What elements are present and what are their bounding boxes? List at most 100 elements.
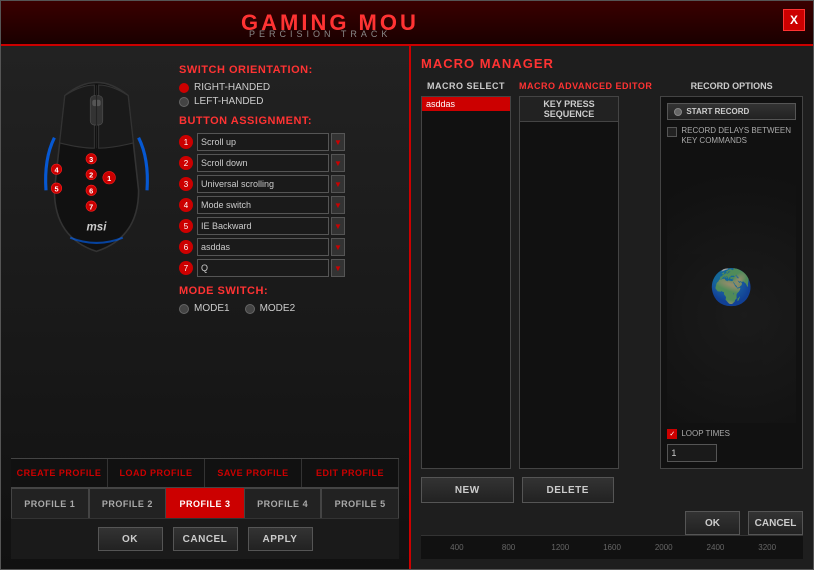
mode2-radio[interactable] [245,304,255,314]
cancel-button[interactable]: CANCEL [173,527,238,551]
assignment-row-5: 5 IE Backward ▼ [179,217,391,235]
right-handed-radio[interactable] [179,83,189,93]
btn-num-3: 3 [179,177,193,191]
record-delays-row: RECORD DELAYS BETWEEN KEY COMMANDS [667,126,796,147]
btn3-dropdown[interactable]: Universal scrolling [197,175,329,193]
save-profile-button[interactable]: SAVE PROFILE [205,459,302,487]
mode1-label: MODE1 [194,303,230,314]
loop-times-row: ✓ LOOP TIMES [667,429,796,439]
svg-text:6: 6 [89,186,93,195]
profile-tabs: PROFILE 1 PROFILE 2 PROFILE 3 PROFILE 4 … [11,488,399,518]
edit-profile-button[interactable]: EDIT PROFILE [302,459,399,487]
tick-1200: 1200 [534,543,586,552]
btn7-dropdown[interactable]: Q [197,259,329,277]
btn-num-7: 7 [179,261,193,275]
btn-num-1: 1 [179,135,193,149]
main-window: GAMING MOU PERCISION TRACK X [0,0,814,570]
macro-cancel-button[interactable]: CANCEL [748,511,803,535]
start-record-label: START RECORD [686,107,749,116]
right-handed-label: RIGHT-HANDED [194,82,270,93]
right-handed-option[interactable]: RIGHT-HANDED [179,82,391,93]
btn1-dropdown[interactable]: Scroll up [197,133,329,151]
btn6-arrow[interactable]: ▼ [331,238,345,256]
svg-text:7: 7 [89,202,93,211]
btn2-dropdown[interactable]: Scroll down [197,154,329,172]
macro-select-col: MACRO SELECT asddas [421,81,511,469]
btn3-arrow[interactable]: ▼ [331,175,345,193]
title-bar: GAMING MOU PERCISION TRACK X [1,1,813,46]
tick-1600: 1600 [586,543,638,552]
record-options-col: RECORD OPTIONS START RECORD RECORD DELAY… [660,81,803,469]
close-button[interactable]: X [783,9,805,31]
btn-num-5: 5 [179,219,193,233]
tick-2000: 2000 [638,543,690,552]
assignment-row-1: 1 Scroll up ▼ [179,133,391,151]
key-sequence-area: KEY PRESS SEQUENCE [519,96,619,469]
start-record-button[interactable]: START RECORD [667,103,796,120]
profile1-tab[interactable]: PROFILE 1 [11,488,89,518]
mode1-option[interactable]: MODE1 [179,303,230,314]
tick-800: 800 [483,543,535,552]
btn6-dropdown[interactable]: asddas [197,238,329,256]
assignment-row-7: 7 Q ▼ [179,259,391,277]
record-box: START RECORD RECORD DELAYS BETWEEN KEY C… [660,96,803,469]
btn7-arrow[interactable]: ▼ [331,259,345,277]
macro-manager-title: MACRO MANAGER [421,56,803,71]
macro-select-label: MACRO SELECT [421,81,511,91]
btn2-arrow[interactable]: ▼ [331,154,345,172]
mode1-radio[interactable] [179,304,189,314]
macro-ok-button[interactable]: OK [685,511,740,535]
record-options-label: RECORD OPTIONS [660,81,803,91]
macro-item-asddas[interactable]: asddas [422,97,510,111]
key-sequence-label: KEY PRESS SEQUENCE [520,97,618,122]
svg-text:2: 2 [89,171,93,180]
timeline-bar: 400 800 1200 1600 2000 2400 3200 [421,535,803,559]
btn5-arrow[interactable]: ▼ [331,217,345,235]
left-handed-option[interactable]: LEFT-HANDED [179,96,391,107]
macro-list[interactable]: asddas [421,96,511,469]
record-delays-checkbox[interactable] [667,127,677,137]
macro-editor-label: MACRO ADVANCED EDITOR [519,81,652,91]
bottom-buttons: OK CANCEL APPLY [11,518,399,559]
svg-text:3: 3 [89,155,93,164]
profile2-tab[interactable]: PROFILE 2 [89,488,167,518]
btn-num-2: 2 [179,156,193,170]
create-profile-button[interactable]: CREATE PROFILE [11,459,108,487]
btn5-dropdown[interactable]: IE Backward [197,217,329,235]
profile4-tab[interactable]: PROFILE 4 [244,488,322,518]
apply-button[interactable]: APPLY [248,527,313,551]
loop-times-input[interactable]: 1 [667,444,717,462]
key-sequence-col: MACRO ADVANCED EDITOR KEY PRESS SEQUENCE [519,81,652,469]
mouse-image: 1 3 2 6 4 [19,64,179,274]
switch-orientation-section: SWITCH ORIENTATION: RIGHT-HANDED LEFT-HA… [179,64,391,107]
globe-decoration: 🌍 [667,153,796,423]
button-assignment-section: BUTTON ASSIGNMENT: 1 Scroll up ▼ 2 Scrol… [179,115,391,277]
macro-new-button[interactable]: NEW [421,477,514,503]
macro-delete-button[interactable]: DELETE [522,477,615,503]
btn1-arrow[interactable]: ▼ [331,133,345,151]
mode-switch-title: MODE SWITCH: [179,285,391,297]
switch-orientation-title: SWITCH ORIENTATION: [179,64,391,76]
btn-num-6: 6 [179,240,193,254]
svg-text:msi: msi [87,221,108,233]
load-profile-button[interactable]: LOAD PROFILE [108,459,205,487]
tick-400: 400 [431,543,483,552]
right-panel: MACRO MANAGER MACRO SELECT asddas MACRO … [411,46,813,569]
record-circle-icon [674,108,682,116]
macro-columns: MACRO SELECT asddas MACRO ADVANCED EDITO… [421,81,803,469]
profile5-tab[interactable]: PROFILE 5 [321,488,399,518]
button-assignment-title: BUTTON ASSIGNMENT: [179,115,391,127]
mode2-label: MODE2 [260,303,296,314]
btn4-dropdown[interactable]: Mode switch [197,196,329,214]
profile-toolbar: CREATE PROFILE LOAD PROFILE SAVE PROFILE… [11,458,399,488]
left-handed-radio[interactable] [179,97,189,107]
btn4-arrow[interactable]: ▼ [331,196,345,214]
tick-2400: 2400 [690,543,742,552]
assignment-row-2: 2 Scroll down ▼ [179,154,391,172]
main-content: 1 3 2 6 4 [1,46,813,569]
ok-button[interactable]: OK [98,527,163,551]
mode2-option[interactable]: MODE2 [245,303,296,314]
profile3-tab[interactable]: PROFILE 3 [166,488,244,518]
mode-options: MODE1 MODE2 [179,303,391,317]
loop-times-checkbox[interactable]: ✓ [667,429,677,439]
